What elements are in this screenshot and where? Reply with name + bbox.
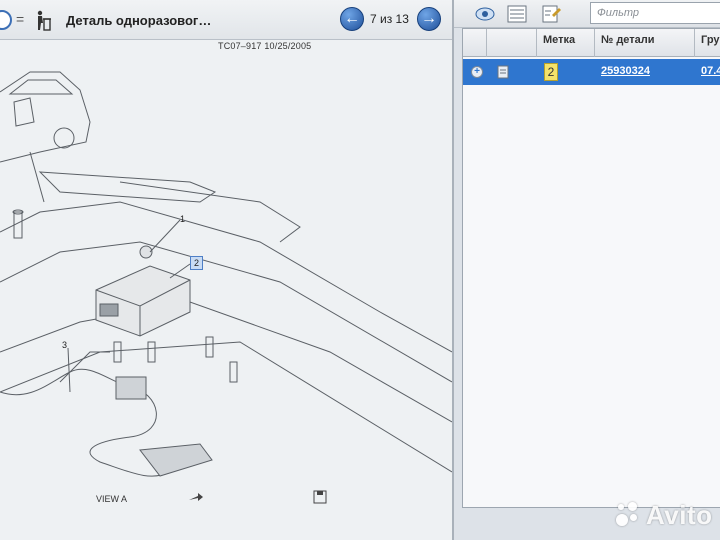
table-header: Метка № детали Груп bbox=[463, 29, 720, 57]
filter-input[interactable] bbox=[590, 2, 720, 24]
eye-icon[interactable] bbox=[474, 3, 496, 25]
view-label: VIEW A bbox=[96, 494, 128, 504]
parts-toolbar bbox=[454, 0, 720, 28]
radio-icon[interactable] bbox=[0, 10, 12, 30]
illustration-pane: = Деталь одноразовог… ← 7 из 13 → TC07–9… bbox=[0, 0, 452, 540]
list-icon[interactable] bbox=[506, 3, 528, 25]
group-link[interactable]: 07.4 bbox=[701, 65, 720, 77]
illustration-header: TC07–917 10/25/2005 bbox=[218, 41, 312, 51]
equals-sign: = bbox=[16, 11, 25, 27]
callout-1[interactable]: 1 bbox=[180, 214, 185, 224]
callout-3[interactable]: 3 bbox=[62, 340, 67, 350]
expand-icon[interactable]: + bbox=[471, 66, 483, 78]
avito-wordmark: Avito bbox=[646, 500, 713, 530]
column-header-mark[interactable]: Метка bbox=[537, 29, 595, 57]
part-number-link[interactable]: 25930324 bbox=[601, 65, 650, 77]
mark-badge: 2 bbox=[544, 63, 558, 81]
notes-icon[interactable] bbox=[540, 3, 562, 25]
parts-list-pane: Метка № детали Груп + 2 25930324 07.4 bbox=[452, 0, 720, 540]
avito-watermark: Avito bbox=[614, 500, 713, 531]
arrow-view-icon bbox=[189, 493, 203, 501]
column-header-group[interactable]: Груп bbox=[695, 29, 720, 57]
save-icon[interactable] bbox=[312, 490, 328, 504]
column-header-expand[interactable] bbox=[463, 29, 487, 57]
column-header-doc[interactable] bbox=[487, 29, 537, 57]
group-cell[interactable]: 07.4 bbox=[695, 59, 720, 85]
recycle-person-icon[interactable] bbox=[34, 10, 52, 32]
illustration-toolbar: = Деталь одноразовог… ← 7 из 13 → bbox=[0, 0, 452, 40]
table-row[interactable]: + 2 25930324 07.4 bbox=[463, 59, 720, 85]
parts-table: Метка № детали Груп + 2 25930324 07.4 bbox=[462, 28, 720, 508]
page-counter: 7 из 13 bbox=[370, 12, 409, 26]
avito-logo-icon bbox=[614, 500, 642, 528]
part-title: Деталь одноразовог… bbox=[66, 13, 212, 28]
column-header-part-number[interactable]: № детали bbox=[595, 29, 695, 57]
arrow-left-icon[interactable]: ← bbox=[340, 7, 364, 31]
parts-diagram bbox=[0, 71, 452, 477]
document-icon[interactable] bbox=[497, 65, 509, 79]
arrow-right-icon[interactable]: → bbox=[417, 7, 441, 31]
callout-2[interactable]: 2 bbox=[190, 256, 204, 270]
part-number-cell[interactable]: 25930324 bbox=[595, 59, 656, 85]
